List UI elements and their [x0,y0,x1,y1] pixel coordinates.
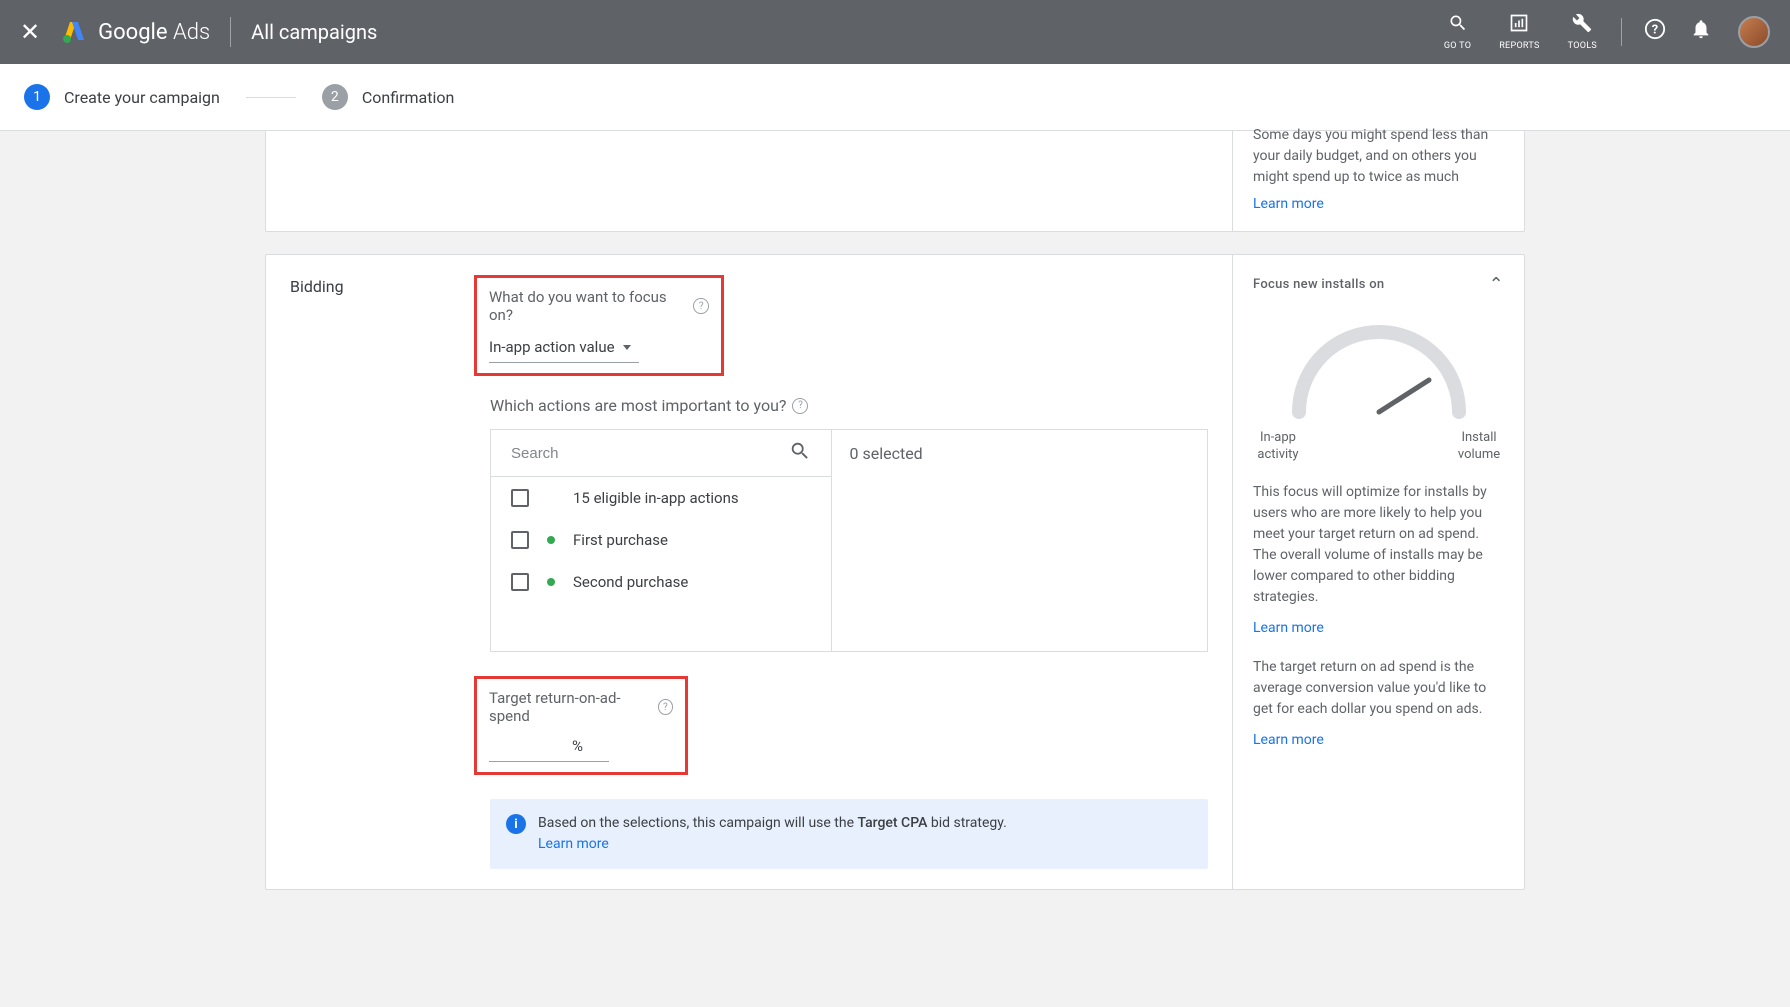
step-create-campaign[interactable]: 1 Create your campaign [24,84,220,110]
svg-text:?: ? [1652,23,1658,38]
info-icon: i [506,814,526,834]
notifications-icon[interactable] [1684,18,1718,46]
help-icon[interactable]: ? [792,398,808,414]
step-label: Confirmation [362,88,454,107]
reports-button[interactable]: REPORTS [1491,13,1547,51]
gauge-label-right: Installvolume [1454,430,1504,464]
help-icon[interactable]: ? [1638,18,1672,46]
close-icon[interactable]: ✕ [20,18,40,46]
search-input[interactable] [511,445,789,462]
chevron-up-icon[interactable]: ⌃ [1489,271,1504,298]
bidding-card: Bidding What do you want to focus on? ? … [265,254,1525,890]
page-title: All campaigns [251,20,377,44]
tools-button[interactable]: TOOLS [1560,13,1605,51]
card-main: Bidding What do you want to focus on? ? … [266,255,1232,889]
goto-label: GO TO [1444,41,1471,51]
gauge: In-appactivity Installvolume [1253,312,1504,464]
top-bar-right: GO TO REPORTS TOOLS ? [1436,13,1770,51]
stepper: 1 Create your campaign 2 Confirmation [0,64,1790,131]
selected-count: 0 selected [832,430,1208,651]
focus-dropdown[interactable]: In-app action value [489,332,639,363]
gauge-label-left: In-appactivity [1253,430,1303,464]
card-side: Some days you might spend less than your… [1232,131,1524,231]
checkbox[interactable] [511,489,529,507]
reports-label: REPORTS [1499,41,1539,51]
side-paragraph: This focus will optimize for installs by… [1253,482,1504,608]
step-number: 1 [24,84,50,110]
main-content: Some days you might spend less than your… [265,131,1525,890]
status-dot-icon [547,578,555,586]
search-icon[interactable] [789,440,811,466]
search-icon [1448,13,1468,38]
learn-more-link[interactable]: Learn more [538,836,609,852]
info-text: Based on the selections, this campaign w… [538,813,1007,855]
google-ads-logo-icon [60,18,88,46]
action-row-first-purchase[interactable]: First purchase [491,519,831,561]
help-icon[interactable]: ? [693,298,709,314]
divider [230,17,231,47]
avatar[interactable] [1738,16,1770,48]
which-actions-label: Which actions are most important to you?… [490,396,1208,415]
chevron-down-icon [623,345,631,350]
side-heading: Focus new installs on ⌃ [1253,271,1504,298]
side-paragraph: The target return on ad spend is the ave… [1253,657,1504,720]
top-bar-left: ✕ Google Ads All campaigns [20,17,1436,47]
step-number: 2 [322,84,348,110]
percent-unit: % [572,737,583,755]
info-banner: i Based on the selections, this campaign… [490,799,1208,869]
action-label: 15 eligible in-app actions [573,489,739,507]
card-main [266,131,1232,231]
step-label: Create your campaign [64,88,220,107]
action-row-eligible[interactable]: 15 eligible in-app actions [491,477,831,519]
logo[interactable]: Google Ads [60,18,210,46]
learn-more-link[interactable]: Learn more [1253,194,1504,215]
checkbox[interactable] [511,573,529,591]
budget-card-partial: Some days you might spend less than your… [265,131,1525,232]
tools-label: TOOLS [1568,41,1597,51]
step-confirmation[interactable]: 2 Confirmation [322,84,454,110]
search-row [491,430,831,477]
focus-label: What do you want to focus on? ? [489,288,709,324]
divider [1621,18,1622,46]
card-side: Focus new installs on ⌃ In-appactivity I… [1232,255,1524,889]
target-roas-input-wrap: % [489,731,609,762]
actions-list: 15 eligible in-app actions First purchas… [491,430,832,651]
action-label: Second purchase [573,573,688,591]
target-roas-input[interactable] [489,738,564,755]
learn-more-link[interactable]: Learn more [1253,618,1504,639]
focus-value: In-app action value [489,338,615,356]
goto-button[interactable]: GO TO [1436,13,1479,51]
logo-text: Google Ads [98,20,210,45]
step-connector [246,97,296,98]
help-icon[interactable]: ? [658,699,673,715]
checkbox[interactable] [511,531,529,549]
action-label: First purchase [573,531,668,549]
section-title: Bidding [290,275,490,869]
highlight-roas: Target return-on-ad-spend ? % [474,676,688,775]
tools-icon [1572,13,1592,38]
actions-selector: 15 eligible in-app actions First purchas… [490,429,1208,652]
status-dot-icon [547,536,555,544]
reports-icon [1509,13,1529,38]
learn-more-link[interactable]: Learn more [1253,730,1504,751]
target-roas-label: Target return-on-ad-spend ? [489,689,673,725]
highlight-focus: What do you want to focus on? ? In-app a… [474,275,724,376]
side-help-text: Some days you might spend less than your… [1253,125,1504,188]
action-row-second-purchase[interactable]: Second purchase [491,561,831,651]
top-bar: ✕ Google Ads All campaigns GO TO [0,0,1790,64]
